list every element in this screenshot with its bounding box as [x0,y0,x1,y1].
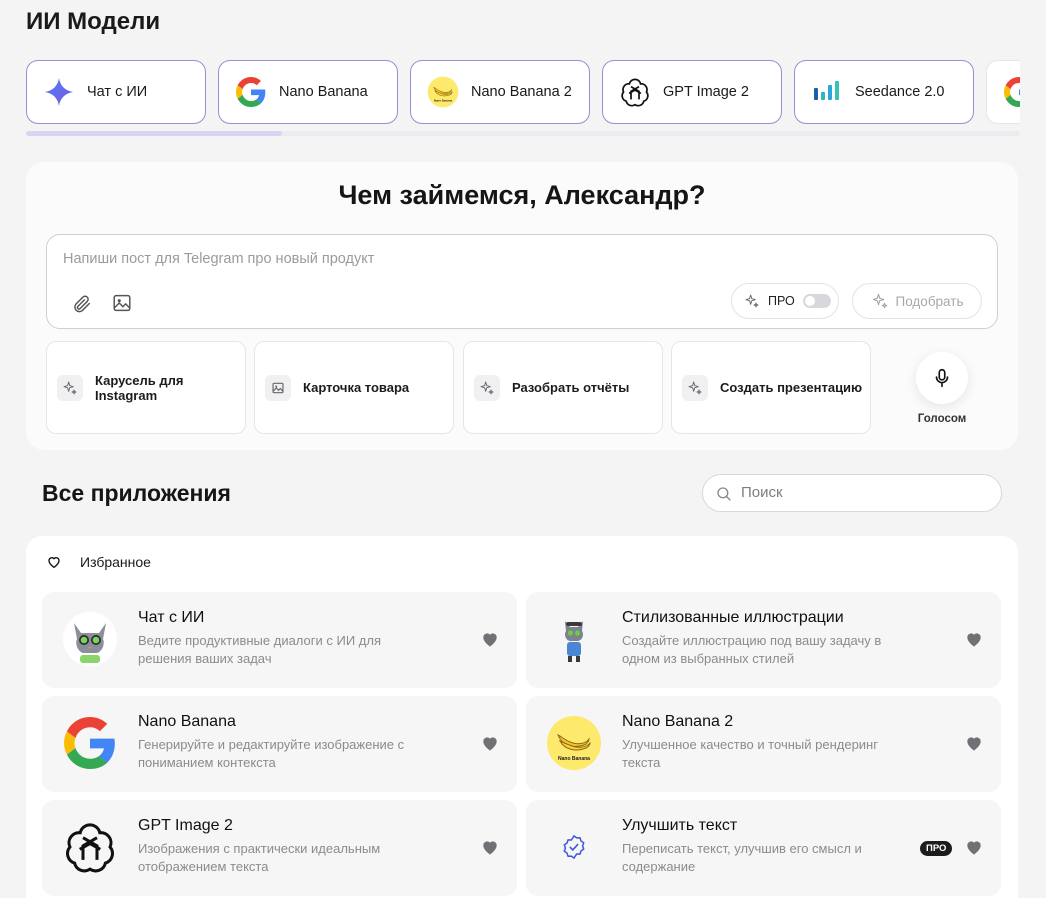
model-label: Seedance 2.0 [855,84,945,100]
page-title: ИИ Модели [26,8,161,35]
google-logo-icon [62,715,118,771]
suggestion-analyze-reports[interactable]: Разобрать отчёты [463,341,663,434]
verified-badge-icon [546,819,602,875]
image-icon[interactable] [111,292,133,314]
search-icon [717,487,731,501]
model-label: Чат с ИИ [87,84,148,100]
heart-icon[interactable] [480,837,500,857]
openai-logo-icon [619,76,651,108]
seedance-logo-icon [811,76,843,108]
pick-button[interactable]: Подобрать [852,283,982,319]
apps-search[interactable] [702,474,1002,512]
app-description: Переписать текст, улучшив его смысл и со… [622,841,862,874]
model-card-nano-banana-2[interactable]: Nano Banana 2 [410,60,590,124]
openai-logo-icon [62,819,118,875]
app-description: Генерируйте и редактируйте изображение с… [138,737,405,770]
voice-label: Голосом [917,413,967,425]
prompt-hero: Чем займемся, Александр? ПРО Подобрать К… [26,162,1018,450]
app-title: Nano Banana 2 [622,713,734,730]
apps-section-title: Все приложения [42,480,231,506]
pro-label: ПРО [768,294,795,308]
model-card-seedance[interactable]: Seedance 2.0 [794,60,974,124]
suggestion-create-presentation[interactable]: Создать презентацию [671,341,871,434]
heart-icon[interactable] [964,837,984,857]
sparkle-icon [871,292,889,310]
search-input[interactable] [741,484,981,501]
sparkle-icon [57,374,83,401]
carousel-scrollbar[interactable] [26,131,1020,136]
prompt-box[interactable]: ПРО Подобрать [46,234,998,329]
model-label: GPT Image 2 [663,84,749,100]
app-card-improve-text[interactable]: Улучшить текст Переписать текст, улучшив… [526,800,1001,896]
heart-outline-icon [48,557,60,569]
greeting-title: Чем займемся, Александр? [338,180,706,210]
model-card-partial[interactable] [986,60,1020,124]
app-card-nano-banana-2[interactable]: Nano Banana 2 Улучшенное качество и точн… [526,696,1001,792]
heart-icon[interactable] [964,733,984,753]
suggestion-label: Карточка товара [303,380,410,395]
voice-button[interactable] [916,352,968,404]
suggestion-instagram-carousel[interactable]: Карусель для Instagram [46,341,246,434]
favorites-filter[interactable]: Избранное [46,554,151,570]
heart-icon[interactable] [480,629,500,649]
app-description: Ведите продуктивные диалоги с ИИ для реш… [138,633,382,666]
cat-mascot-icon [62,611,118,667]
sparkle-icon [43,76,75,108]
model-card-chat[interactable]: Чат с ИИ [26,60,206,124]
app-card-chat[interactable]: Чат с ИИ Ведите продуктивные диалоги с И… [42,592,517,688]
suggestion-label: Карусель для Instagram [95,372,184,403]
app-description: Изображения с практически идеальным отоб… [138,841,381,874]
heart-icon[interactable] [480,733,500,753]
suggestion-product-card[interactable]: Карточка товара [254,341,454,434]
app-card-nano-banana[interactable]: Nano Banana Генерируйте и редактируйте и… [42,696,517,792]
model-card-gpt-image-2[interactable]: GPT Image 2 [602,60,782,124]
banana-icon [546,715,602,771]
app-title: Чат с ИИ [138,609,205,626]
app-card-stylized-illustrations[interactable]: Стилизованные иллюстрации Создайте иллюс… [526,592,1001,688]
app-title: GPT Image 2 [138,817,233,834]
paperclip-icon[interactable] [71,293,93,315]
heart-icon[interactable] [964,629,984,649]
carousel-scroll-thumb[interactable] [26,131,282,136]
cat-artist-icon [546,611,602,667]
sparkle-icon [682,374,708,401]
pick-label: Подобрать [895,293,964,309]
app-description: Улучшенное качество и точный рендеринг т… [622,737,878,770]
model-carousel[interactable]: Чат с ИИ Nano Banana Nano Banana 2 GPT I… [26,60,1020,126]
google-logo-icon [1003,76,1020,108]
pro-toggle[interactable]: ПРО [731,283,839,319]
app-title: Улучшить текст [622,817,738,834]
google-logo-icon [235,76,267,108]
app-card-gpt-image-2[interactable]: GPT Image 2 Изображения с практически ид… [42,800,517,896]
banana-icon [427,76,459,108]
app-title: Nano Banana [138,713,236,730]
favorites-label: Избранное [80,554,151,570]
prompt-input[interactable] [63,251,763,267]
model-card-nano-banana[interactable]: Nano Banana [218,60,398,124]
app-description: Создайте иллюстрацию под вашу задачу в о… [622,633,882,666]
sparkle-icon [744,293,760,309]
pro-switch[interactable] [802,294,831,308]
app-title: Стилизованные иллюстрации [622,609,844,626]
suggestion-label: Разобрать отчёты [512,380,630,395]
image-icon [265,374,291,401]
pro-badge: ПРО [920,841,953,856]
model-label: Nano Banana 2 [471,84,572,100]
model-label: Nano Banana [279,84,368,100]
apps-panel: Избранное Чат с ИИ Ведите продуктивные д… [26,536,1018,898]
sparkle-icon [474,374,500,401]
suggestion-label: Создать презентацию [720,380,863,395]
microphone-icon [935,368,949,388]
